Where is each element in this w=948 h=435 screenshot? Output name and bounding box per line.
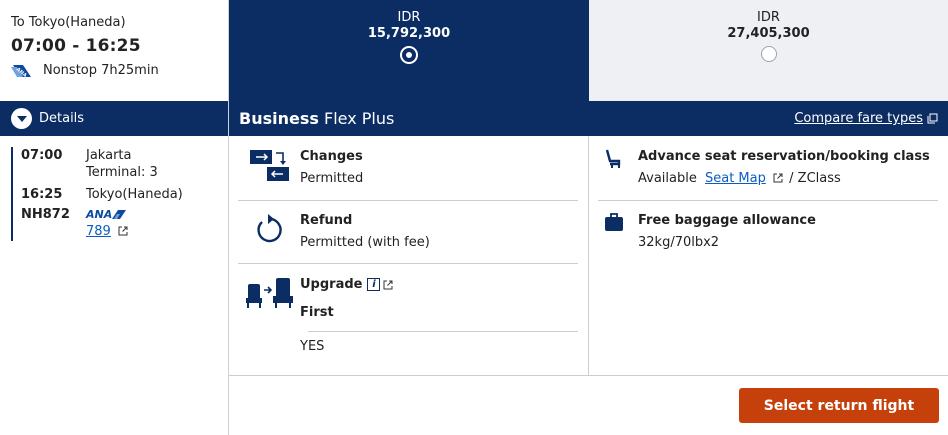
flight-number: NH872 bbox=[21, 207, 70, 222]
baggage-value: 32kg/70lbx2 bbox=[638, 235, 720, 250]
ana-airline-icon: ANA bbox=[11, 64, 31, 78]
fare-price: 27,405,300 bbox=[727, 26, 810, 41]
fare-option-selected[interactable]: IDR 15,792,300 bbox=[229, 0, 589, 101]
nonstop-duration: Nonstop 7h25min bbox=[43, 63, 159, 78]
feature-refund: Refund Permitted (with fee) bbox=[238, 212, 430, 251]
feature-seat-reservation: Advance seat reservation/booking class A… bbox=[598, 148, 930, 187]
aircraft-link[interactable]: 789 bbox=[86, 223, 128, 240]
row-divider bbox=[238, 200, 578, 201]
fare-currency: IDR bbox=[757, 10, 780, 25]
fare-name-bold: Business bbox=[239, 109, 319, 128]
select-return-flight-button[interactable]: Select return flight bbox=[739, 388, 939, 423]
upgrade-value: YES bbox=[300, 339, 325, 354]
departure-terminal: Terminal: 3 bbox=[86, 165, 158, 180]
feature-baggage: Free baggage allowance 32kg/70lbx2 bbox=[598, 212, 816, 251]
feature-changes: Changes Permitted bbox=[238, 148, 363, 187]
fare-radio-selected[interactable] bbox=[402, 48, 416, 62]
arrival-city: Tokyo(Haneda) bbox=[86, 187, 183, 202]
row-divider bbox=[598, 200, 938, 201]
upgrade-class: First bbox=[300, 305, 334, 320]
baggage-title: Free baggage allowance bbox=[638, 213, 816, 228]
fare-radio-unselected[interactable] bbox=[760, 46, 777, 62]
seat-available: Available bbox=[638, 171, 697, 186]
details-label: Details bbox=[39, 111, 85, 126]
fare-name-bar: Business Flex Plus Compare fare types bbox=[229, 101, 948, 136]
fare-price: 15,792,300 bbox=[367, 26, 451, 41]
info-icon[interactable]: i bbox=[367, 278, 381, 291]
ana-logo: ANA bbox=[86, 206, 128, 223]
fare-name-rest: Flex Plus bbox=[323, 109, 395, 128]
refund-value: Permitted (with fee) bbox=[300, 235, 430, 250]
seat-class: / ZClass bbox=[789, 171, 841, 186]
refund-icon bbox=[238, 212, 300, 251]
baggage-icon bbox=[598, 212, 638, 251]
departure-row: 07:00 Jakarta Terminal: 3 bbox=[21, 147, 221, 181]
details-toggle[interactable]: Details bbox=[0, 101, 228, 136]
upgrade-title: Upgrade bbox=[300, 277, 363, 292]
feature-upgrade: Upgrade i First YES bbox=[238, 276, 393, 355]
nonstop-row: ANA Nonstop 7h25min bbox=[11, 63, 217, 78]
flight-times: 07:00 - 16:25 bbox=[11, 36, 141, 56]
ticket-change-icon bbox=[238, 148, 300, 187]
fare-name: Business Flex Plus bbox=[239, 109, 394, 128]
departure-time: 07:00 bbox=[21, 148, 63, 163]
ana-stripe-icon bbox=[112, 210, 127, 219]
segment-details: 07:00 Jakarta Terminal: 3 16:25 Tokyo(Ha… bbox=[11, 147, 221, 241]
compare-label[interactable]: Compare fare types bbox=[794, 111, 923, 126]
flight-summary-panel: To Tokyo(Haneda) 07:00 - 16:25 ANA Nonst… bbox=[0, 0, 229, 435]
refund-title: Refund bbox=[300, 213, 353, 228]
seat-map-link[interactable]: Seat Map bbox=[705, 171, 766, 186]
changes-value: Permitted bbox=[300, 171, 364, 186]
ana-logo-text: ANA bbox=[86, 208, 113, 221]
external-link-icon bbox=[773, 173, 783, 183]
arrival-time: 16:25 bbox=[21, 187, 63, 202]
seat-value: Available Seat Map / ZClass bbox=[638, 170, 930, 187]
fare-currency: IDR bbox=[397, 10, 421, 25]
destination-label: To Tokyo(Haneda) bbox=[11, 15, 126, 30]
external-link-icon[interactable] bbox=[383, 280, 393, 290]
aircraft-link-text[interactable]: 789 bbox=[86, 224, 111, 239]
column-divider bbox=[588, 136, 589, 375]
departure-city: Jakarta bbox=[86, 148, 132, 163]
flight-header: To Tokyo(Haneda) 07:00 - 16:25 ANA Nonst… bbox=[0, 0, 228, 101]
seat-icon bbox=[598, 148, 638, 187]
seat-title: Advance seat reservation/booking class bbox=[638, 149, 930, 164]
row-divider bbox=[238, 263, 578, 264]
changes-title: Changes bbox=[300, 149, 363, 164]
chevron-down-icon bbox=[11, 108, 32, 129]
flight-number-row: NH872 ANA 789 bbox=[21, 206, 221, 240]
new-window-icon bbox=[927, 113, 938, 124]
arrival-row: 16:25 Tokyo(Haneda) bbox=[21, 186, 221, 203]
section-divider bbox=[229, 375, 948, 376]
seat-upgrade-icon bbox=[238, 276, 300, 355]
compare-fare-types-link[interactable]: Compare fare types bbox=[794, 111, 938, 126]
external-link-icon bbox=[118, 226, 128, 236]
fare-option-other[interactable]: IDR 27,405,300 bbox=[589, 0, 948, 101]
